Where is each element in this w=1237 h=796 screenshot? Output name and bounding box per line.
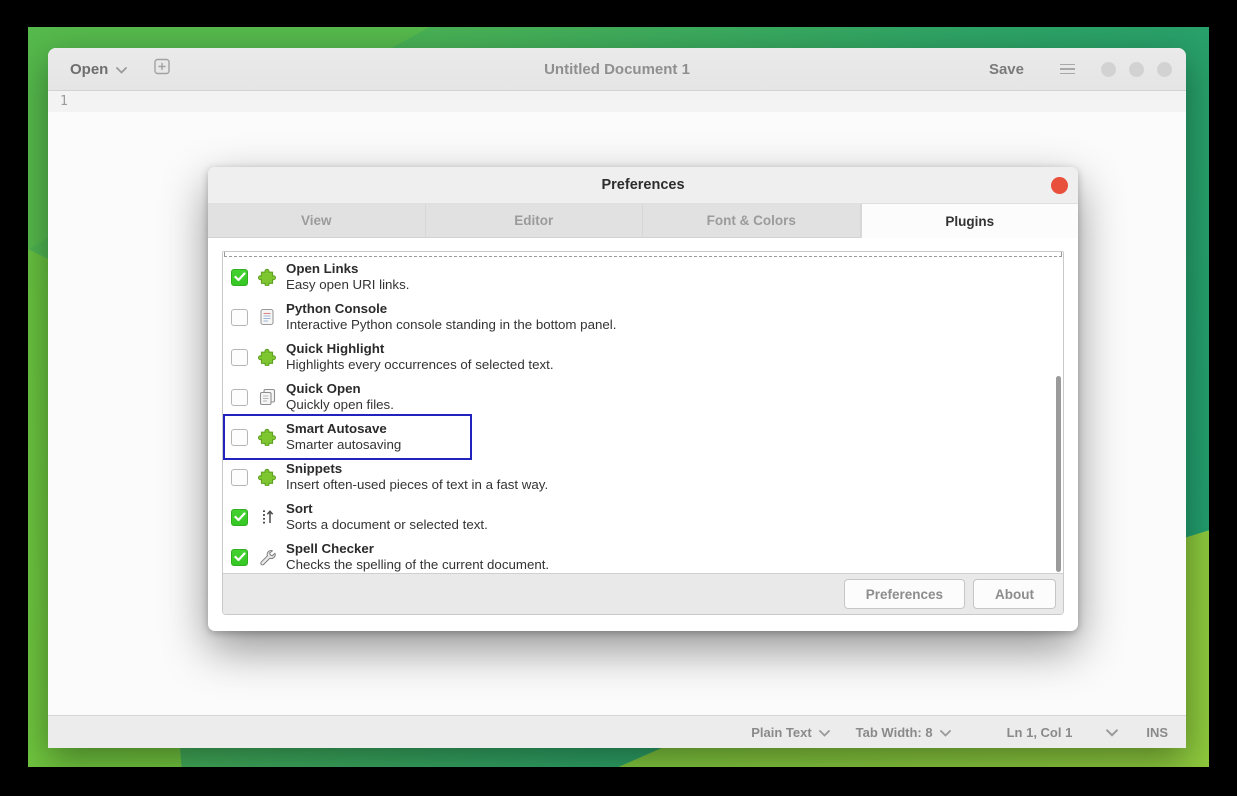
cursor-position-label: Ln 1, Col 1 [1007,725,1073,740]
sort-icon [257,508,277,526]
plugin-checkbox[interactable] [231,389,248,406]
scrollbar-thumb[interactable] [1056,376,1061,572]
tab-width-label: Tab Width: 8 [856,725,933,740]
current-line: 1 [48,91,1186,112]
puzzle-icon [257,348,277,366]
puzzle-icon [257,268,277,286]
tab-editor[interactable]: Editor [426,204,644,238]
new-tab-icon [153,58,171,80]
maximize-button[interactable] [1129,62,1144,77]
plugin-checkbox[interactable] [231,429,248,446]
tab-view[interactable]: View [208,204,426,238]
plugin-checkbox[interactable] [231,509,248,526]
plugin-checkbox[interactable] [231,269,248,286]
plugin-texts: Python ConsoleInteractive Python console… [286,301,616,334]
plugin-list: Open LinksEasy open URI links. Python Con… [223,252,1063,573]
plugin-name: Open Links [286,261,409,278]
plugin-name: Smart Autosave [286,421,401,438]
chevron-down-icon [116,61,127,78]
plugin-frame: Open LinksEasy open URI links. Python Con… [222,251,1064,615]
puzzle-icon [257,428,277,446]
plugin-name: Quick Highlight [286,341,554,358]
insert-mode-indicator[interactable]: INS [1146,725,1168,740]
plugin-checkbox[interactable] [231,349,248,366]
plugin-preferences-button[interactable]: Preferences [844,579,965,609]
plugin-texts: Quick OpenQuickly open files. [286,381,394,414]
tab-plugins[interactable]: Plugins [861,204,1079,238]
insert-mode-label: INS [1146,725,1168,740]
cursor-position[interactable]: Ln 1, Col 1 [1007,725,1073,740]
copy-icon [257,388,277,406]
text-file-icon [257,308,277,326]
minimize-button[interactable] [1101,62,1116,77]
tab-width-selector[interactable]: Tab Width: 8 [856,725,951,740]
plugin-description: Smarter autosaving [286,437,401,454]
dialog-tabbar: View Editor Font & Colors Plugins [208,204,1078,238]
plugin-texts: Smart AutosaveSmarter autosaving [286,421,401,454]
plugin-row[interactable]: Python ConsoleInteractive Python console… [223,297,1063,337]
goto-line-selector[interactable] [1106,725,1118,740]
plugin-name: Quick Open [286,381,394,398]
plugin-texts: SnippetsInsert often-used pieces of text… [286,461,548,494]
plugin-row[interactable]: SortSorts a document or selected text. [223,497,1063,537]
plugin-name: Python Console [286,301,616,318]
plugin-row[interactable]: Open LinksEasy open URI links. [223,257,1063,297]
tab-font-colors[interactable]: Font & Colors [643,204,861,238]
plugin-row[interactable]: Smart AutosaveSmarter autosaving [223,417,1063,457]
plugin-description: Sorts a document or selected text. [286,517,488,534]
chevron-down-icon [1106,725,1118,740]
wrench-icon [257,548,277,566]
preferences-dialog: Preferences View Editor Font & Colors Pl… [208,167,1078,631]
puzzle-icon [257,468,277,486]
plugin-texts: Spell CheckerChecks the spelling of the … [286,541,549,574]
menu-icon[interactable] [1060,64,1075,75]
line-number: 1 [48,94,74,109]
plugin-description: Checks the spelling of the current docum… [286,557,549,573]
chevron-down-icon [940,725,951,740]
dialog-body: Open LinksEasy open URI links. Python Con… [208,238,1078,615]
close-button[interactable] [1157,62,1172,77]
plugin-checkbox[interactable] [231,469,248,486]
open-button[interactable]: Open [70,61,127,78]
plugin-name: Sort [286,501,488,518]
dialog-close-button[interactable] [1051,177,1068,194]
statusbar: Plain Text Tab Width: 8 Ln 1, Col 1 INS [48,715,1186,748]
plugin-description: Highlights every occurrences of selected… [286,357,554,374]
headerbar: Open Untitled Document 1 Save [48,48,1186,91]
plugin-texts: SortSorts a document or selected text. [286,501,488,534]
plugin-about-button[interactable]: About [973,579,1056,609]
plugin-description: Easy open URI links. [286,277,409,294]
plugin-row[interactable]: Quick OpenQuickly open files. [223,377,1063,417]
plugin-description: Insert often-used pieces of text in a fa… [286,477,548,494]
plugin-name: Spell Checker [286,541,549,558]
plugin-texts: Open LinksEasy open URI links. [286,261,409,294]
language-selector[interactable]: Plain Text [751,725,829,740]
plugin-description: Quickly open files. [286,397,394,414]
dialog-titlebar: Preferences [208,167,1078,204]
dialog-title: Preferences [601,177,684,193]
plugin-description: Interactive Python console standing in t… [286,317,616,334]
plugin-row[interactable]: Quick HighlightHighlights every occurren… [223,337,1063,377]
plugin-name: Snippets [286,461,548,478]
save-button[interactable]: Save [989,61,1024,78]
plugin-row[interactable]: Spell CheckerChecks the spelling of the … [223,537,1063,573]
window-title: Untitled Document 1 [544,61,690,78]
plugin-row[interactable]: SnippetsInsert often-used pieces of text… [223,457,1063,497]
dialog-action-bar: Preferences About [223,573,1063,614]
plugin-checkbox[interactable] [231,549,248,566]
plugin-checkbox[interactable] [231,309,248,326]
window-controls [1101,62,1172,77]
plugin-texts: Quick HighlightHighlights every occurren… [286,341,554,374]
open-button-label: Open [70,61,108,78]
chevron-down-icon [819,725,830,740]
new-tab-button[interactable] [153,58,171,80]
language-label: Plain Text [751,725,811,740]
